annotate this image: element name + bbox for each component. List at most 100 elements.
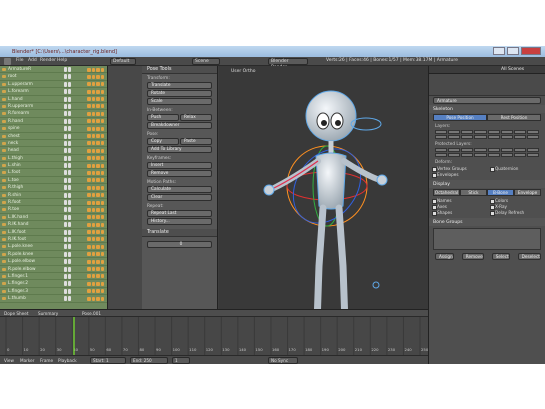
channel-key-icons[interactable] (87, 134, 105, 139)
outliner-row[interactable]: R.foot (0, 199, 107, 207)
breakdowner-button[interactable]: Breakdowner (147, 122, 212, 129)
visibility-icons[interactable] (64, 118, 72, 124)
rest-position-tab[interactable]: Rest Position (487, 114, 541, 121)
outliner-row[interactable]: L.hand (0, 96, 107, 103)
channel-key-icons[interactable] (87, 244, 105, 249)
outliner-row[interactable]: L.IK.foot (0, 229, 107, 236)
outliner-row[interactable]: R.pole.elbow (0, 266, 107, 273)
channel-key-icons[interactable] (87, 141, 105, 146)
visibility-icons[interactable] (64, 126, 72, 132)
editor-type-label[interactable]: Dope Sheet (4, 311, 28, 316)
channel-key-icons[interactable] (87, 200, 105, 205)
visibility-icons[interactable] (64, 81, 72, 87)
channel-key-icons[interactable] (87, 82, 105, 87)
channel-key-icons[interactable] (87, 89, 105, 94)
outliner-row[interactable]: L.finger.3 (0, 288, 107, 296)
assign-button[interactable]: Assign (435, 253, 454, 260)
start-frame-field[interactable]: Start: 1 (90, 357, 126, 364)
channel-key-icons[interactable] (87, 156, 105, 161)
channel-key-icons[interactable] (87, 237, 105, 242)
channel-key-icons[interactable] (87, 148, 105, 153)
outliner-row[interactable]: L.finger.2 (0, 280, 107, 288)
outliner-row[interactable]: spine (0, 125, 107, 133)
outliner-row[interactable]: L.pole.elbow (0, 258, 107, 266)
close-button[interactable] (521, 47, 541, 55)
copy-pose-button[interactable]: Copy (147, 138, 179, 145)
channel-key-icons[interactable] (87, 207, 105, 212)
channel-key-icons[interactable] (87, 104, 105, 109)
visibility-icons[interactable] (64, 192, 72, 198)
channel-key-icons[interactable] (87, 259, 105, 264)
channel-key-icons[interactable] (87, 274, 105, 279)
channel-key-icons[interactable] (87, 97, 105, 102)
summary-toggle[interactable]: Summary (38, 311, 58, 316)
octahedral-tab[interactable]: Octahedral (433, 189, 460, 196)
rotate-button[interactable]: Rotate (147, 90, 212, 97)
visibility-icons[interactable] (64, 96, 72, 102)
visibility-icons[interactable] (64, 266, 72, 272)
visibility-icons[interactable] (64, 222, 72, 228)
outliner-row[interactable]: L.shin (0, 162, 107, 170)
current-frame-field[interactable]: 1 (172, 357, 190, 364)
visibility-icons[interactable] (64, 251, 72, 257)
minimize-button[interactable] (493, 47, 505, 55)
delay-refresh-checkbox[interactable]: Delay Refresh (487, 209, 545, 216)
outliner-row[interactable]: L.forearm (0, 88, 107, 96)
dope-sheet-keyframes[interactable]: 0 10 20 30 40 50 60 70 80 90 100 110 120 130 140 150 160… (0, 317, 428, 355)
menu-file[interactable]: File (16, 58, 24, 63)
display-section[interactable]: Display (429, 180, 545, 188)
channel-key-icons[interactable] (87, 74, 105, 79)
visibility-icons[interactable] (64, 170, 72, 176)
relax-button[interactable]: Relax (180, 114, 212, 121)
deselect-button[interactable]: Deselect (517, 253, 541, 260)
visibility-icons[interactable] (64, 74, 72, 80)
channel-key-icons[interactable] (87, 163, 105, 168)
outliner-row[interactable]: R.shin (0, 192, 107, 200)
visibility-icons[interactable] (64, 111, 72, 117)
tl-menu-marker[interactable]: Marker (20, 358, 34, 363)
outliner-row[interactable]: L.foot (0, 169, 107, 177)
insert-keyframe-button[interactable]: Insert (147, 162, 212, 169)
visibility-icons[interactable] (64, 200, 72, 206)
select-button[interactable]: Select (491, 253, 510, 260)
visibility-icons[interactable] (64, 140, 72, 146)
translate-button[interactable]: Translate (147, 82, 212, 89)
visibility-icons[interactable] (64, 177, 72, 183)
visibility-icons[interactable] (64, 185, 72, 191)
channel-key-icons[interactable] (87, 178, 105, 183)
channel-key-icons[interactable] (87, 215, 105, 220)
outliner-row[interactable]: R.pole.knee (0, 251, 107, 259)
sync-select[interactable]: No Sync (268, 357, 298, 364)
outliner-row[interactable]: R.upperarm (0, 103, 107, 111)
push-button[interactable]: Push (147, 114, 179, 121)
menu-add[interactable]: Add (28, 58, 37, 63)
remove-keyframe-button[interactable]: Remove (147, 170, 212, 177)
menu-help[interactable]: Help (57, 58, 67, 63)
outliner-row[interactable]: R.toe (0, 206, 107, 214)
visibility-icons[interactable] (64, 133, 72, 139)
stick-tab[interactable]: Stick (460, 189, 487, 196)
visibility-icons[interactable] (64, 259, 72, 265)
menu-render[interactable]: Render (40, 58, 56, 63)
channel-key-icons[interactable] (87, 289, 105, 294)
protected-layers-grid[interactable] (435, 148, 539, 157)
bone-groups-list[interactable] (433, 228, 541, 250)
outliner-row[interactable]: ArmatureR (0, 66, 107, 74)
visibility-icons[interactable] (64, 214, 72, 220)
channel-key-icons[interactable] (87, 193, 105, 198)
channel-key-icons[interactable] (87, 170, 105, 175)
visibility-icons[interactable] (64, 103, 72, 109)
pose-tools-header[interactable]: Pose Tools (142, 66, 217, 74)
outliner-row[interactable]: L.toe (0, 177, 107, 185)
clear-path-button[interactable]: Clear (147, 194, 212, 201)
channel-key-icons[interactable] (87, 185, 105, 190)
tl-menu-playback[interactable]: Playback (58, 358, 77, 363)
repeat-last-button[interactable]: Repeat Last (147, 210, 212, 217)
outliner-row[interactable]: chest (0, 133, 107, 140)
render-engine-select[interactable]: Blender Render (268, 58, 308, 70)
3d-viewport[interactable]: User Ortho (219, 66, 428, 344)
channel-key-icons[interactable] (87, 296, 105, 301)
calculate-path-button[interactable]: Calculate (147, 186, 212, 193)
tl-menu-frame[interactable]: Frame (40, 358, 53, 363)
layout-select[interactable]: Default (110, 58, 136, 65)
